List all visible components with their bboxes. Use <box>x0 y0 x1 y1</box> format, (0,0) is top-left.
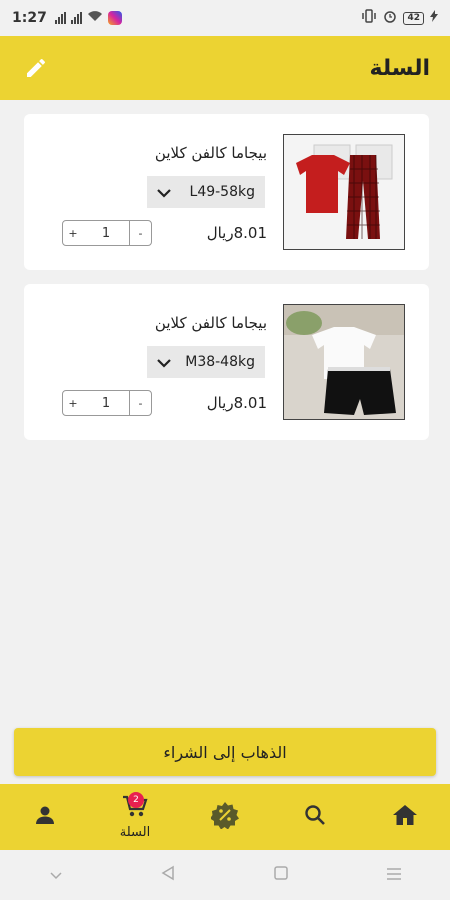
home-square-icon[interactable] <box>273 865 289 885</box>
status-time: 1:27 <box>12 10 47 26</box>
hide-keyboard-icon[interactable] <box>49 866 63 885</box>
charging-icon <box>430 10 438 26</box>
product-price: 8.01ريال <box>206 224 267 242</box>
quantity-value: 1 <box>101 395 111 411</box>
bottom-nav: 2 السلة <box>0 784 450 850</box>
nav-cart[interactable]: 2 السلة <box>90 784 180 850</box>
status-right-icons: 42 <box>361 9 438 27</box>
product-image[interactable] <box>283 304 405 420</box>
system-nav-bar <box>0 850 450 900</box>
battery-icon: 42 <box>403 11 424 25</box>
product-image[interactable] <box>283 134 405 250</box>
status-left-icons <box>54 10 122 26</box>
size-value: M38-48kg <box>185 354 255 370</box>
increase-button[interactable]: + <box>63 397 83 410</box>
decrease-button[interactable]: - <box>129 221 151 245</box>
vibrate-icon <box>361 9 377 27</box>
discount-badge-icon <box>210 801 239 833</box>
instagram-icon <box>107 11 122 25</box>
size-select[interactable]: M38-48kg <box>147 346 265 378</box>
recents-icon[interactable] <box>386 866 402 885</box>
product-price: 8.01ريال <box>206 394 267 412</box>
person-icon <box>33 803 57 831</box>
signal-icon-2 <box>70 12 82 24</box>
nav-search[interactable] <box>270 784 360 850</box>
chevron-down-icon <box>157 353 171 372</box>
wifi-icon <box>87 10 103 26</box>
alarm-icon <box>383 9 397 27</box>
signal-icon <box>54 12 66 24</box>
status-bar: 1:27 42 <box>0 0 450 36</box>
size-value: L49-58kg <box>189 184 255 200</box>
nav-offers[interactable] <box>180 784 270 850</box>
edit-icon[interactable] <box>22 54 50 82</box>
page-title: السلة <box>369 55 430 81</box>
cart-item: بيجاما كالفن كلاين M38-48kg 8.01ريال + 1… <box>24 284 429 440</box>
search-icon <box>303 803 327 831</box>
checkout-button[interactable]: الذهاب إلى الشراء <box>14 728 436 776</box>
size-select[interactable]: L49-58kg <box>147 176 265 208</box>
cart-badge: 2 <box>128 792 144 808</box>
nav-profile[interactable] <box>0 784 90 850</box>
quantity-stepper: + 1 - <box>62 220 152 246</box>
nav-home[interactable] <box>360 784 450 850</box>
increase-button[interactable]: + <box>63 227 83 240</box>
quantity-stepper: + 1 - <box>62 390 152 416</box>
app-bar: السلة <box>0 36 450 100</box>
decrease-button[interactable]: - <box>129 391 151 415</box>
quantity-value: 1 <box>101 225 111 241</box>
cart-item: بيجاما كالفن كلاين L49-58kg 8.01ريال + 1… <box>24 114 429 270</box>
back-icon[interactable] <box>160 865 176 885</box>
nav-cart-label: السلة <box>119 824 151 840</box>
chevron-down-icon <box>157 183 171 202</box>
product-name: بيجاما كالفن كلاين <box>154 314 267 332</box>
home-icon <box>392 803 418 831</box>
product-name: بيجاما كالفن كلاين <box>154 144 267 162</box>
